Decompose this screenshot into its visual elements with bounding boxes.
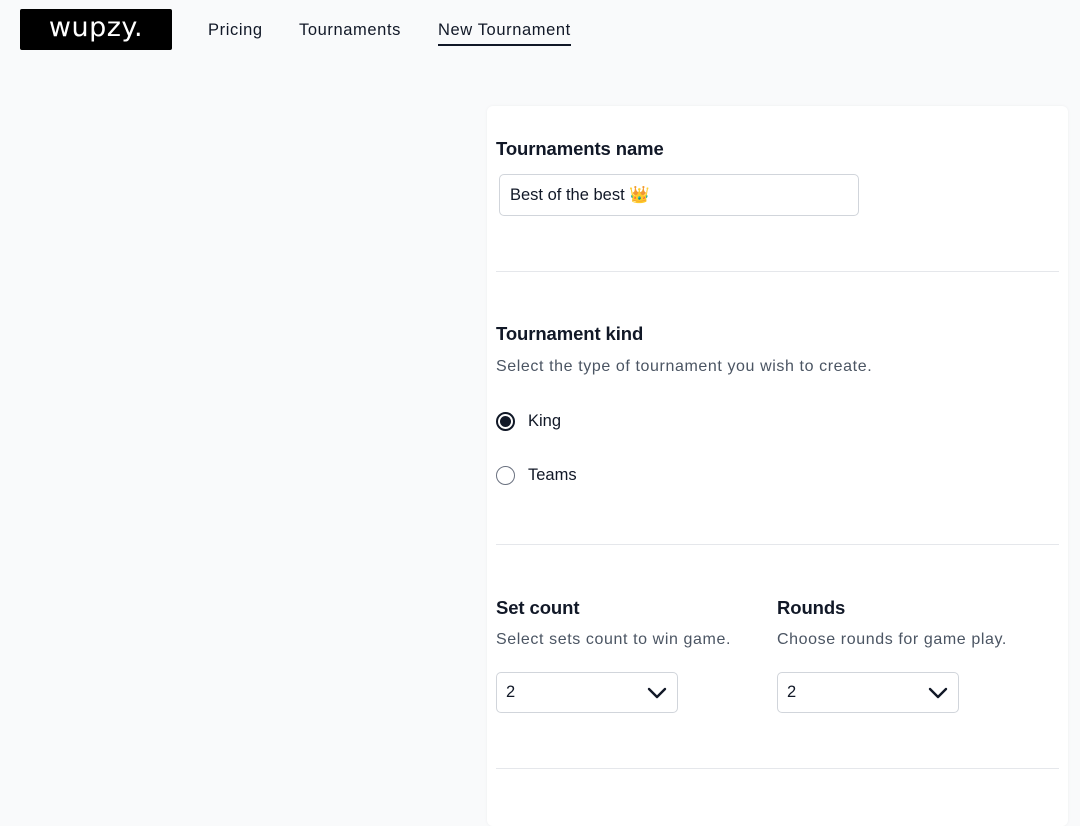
tournament-name-input[interactable] bbox=[499, 174, 859, 216]
set-count-select[interactable]: 2 bbox=[496, 672, 678, 713]
tournament-name-heading: Tournaments name bbox=[496, 138, 664, 159]
top-navigation: wupzy. Pricing Tournaments New Tournamen… bbox=[0, 0, 1080, 60]
tournament-kind-heading: Tournament kind bbox=[496, 323, 644, 344]
section-divider bbox=[496, 768, 1059, 769]
section-divider bbox=[496, 544, 1059, 545]
set-count-description: Select sets count to win game. bbox=[496, 631, 731, 648]
set-count-value: 2 bbox=[506, 683, 516, 701]
wupzy-logo[interactable]: wupzy. bbox=[20, 9, 172, 50]
rounds-description: Choose rounds for game play. bbox=[777, 631, 1007, 648]
chevron-down-icon bbox=[647, 687, 667, 698]
radio-unchecked-icon[interactable] bbox=[496, 466, 515, 485]
nav-link-tournaments[interactable]: Tournaments bbox=[299, 20, 401, 40]
nav-link-new-tournament[interactable]: New Tournament bbox=[438, 20, 571, 46]
radio-checked-icon[interactable] bbox=[496, 412, 515, 431]
chevron-down-icon bbox=[928, 687, 948, 698]
radio-label-teams: Teams bbox=[528, 466, 577, 484]
tournament-kind-description: Select the type of tournament you wish t… bbox=[496, 358, 873, 375]
new-tournament-form-card: Tournaments name Tournament kind Select … bbox=[487, 106, 1068, 826]
set-count-heading: Set count bbox=[496, 597, 580, 618]
rounds-value: 2 bbox=[787, 683, 797, 701]
section-divider bbox=[496, 271, 1059, 272]
radio-label-king: King bbox=[528, 412, 562, 430]
nav-link-pricing[interactable]: Pricing bbox=[208, 20, 263, 40]
radio-option-king[interactable]: King bbox=[496, 412, 561, 431]
radio-option-teams[interactable]: Teams bbox=[496, 466, 577, 485]
rounds-select[interactable]: 2 bbox=[777, 672, 959, 713]
rounds-heading: Rounds bbox=[777, 597, 846, 618]
